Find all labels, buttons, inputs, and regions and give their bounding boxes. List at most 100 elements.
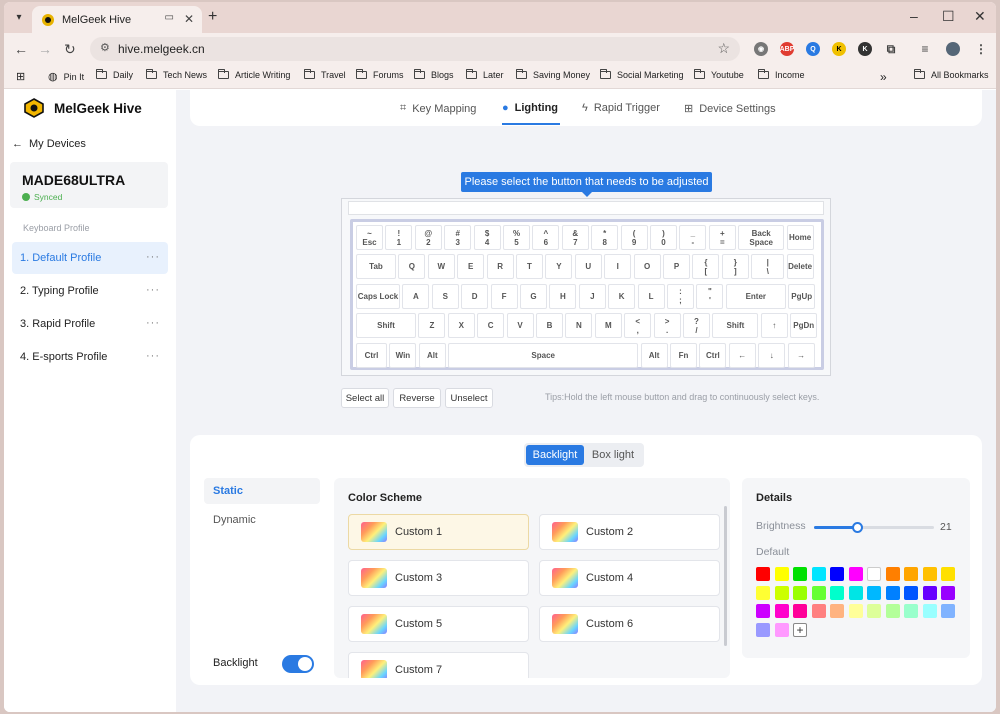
key-0-7[interactable]: & 7	[561, 225, 589, 250]
key-3-5[interactable]: B	[536, 313, 563, 339]
site-info-icon[interactable]: ⚙	[100, 41, 110, 54]
keyword-extension-icon[interactable]: K	[832, 42, 846, 56]
key-3-6[interactable]: N	[565, 313, 593, 339]
my-devices-link[interactable]: ← My Devices	[12, 138, 86, 150]
color-swatch[interactable]	[811, 567, 826, 581]
tab-cast-icon[interactable]: ▭	[165, 12, 174, 23]
key-4-5[interactable]: Fn	[670, 342, 697, 368]
mode-dynamic[interactable]: Dynamic	[204, 507, 320, 533]
key-2-9[interactable]: L	[637, 283, 665, 309]
key-0-8[interactable]: * 8	[591, 225, 619, 250]
key-1-6[interactable]: Y	[545, 254, 573, 280]
color-swatch[interactable]	[867, 604, 881, 618]
tab-device-settings[interactable]: ⊞ Device Settings	[684, 102, 776, 116]
all-bookmarks[interactable]: All Bookmarks	[914, 69, 989, 80]
bookmark-folder-saving-money[interactable]: Saving Money	[516, 69, 590, 80]
bookmark-folder-social-marketing[interactable]: Social Marketing	[600, 69, 684, 80]
key-3-0[interactable]: Shift	[356, 313, 416, 339]
color-swatch[interactable]	[774, 567, 789, 581]
scheme-custom-2[interactable]: Custom 2	[539, 514, 720, 550]
key-0-1[interactable]: ! 1	[385, 225, 413, 250]
tab-search-icon[interactable]: ▾	[10, 8, 28, 26]
color-swatch[interactable]	[830, 585, 844, 600]
new-tab-button[interactable]: +	[208, 8, 217, 26]
key-2-7[interactable]: J	[578, 283, 606, 309]
brightness-slider[interactable]	[814, 522, 934, 533]
key-3-3[interactable]: C	[477, 313, 505, 339]
key-2-0[interactable]: Caps Lock	[356, 283, 400, 309]
tab-key-mapping[interactable]: ⌗ Key Mapping	[400, 102, 476, 115]
address-bar[interactable]: ⚙ hive.melgeek.cn ☆	[90, 37, 740, 61]
key-4-7[interactable]: ←	[728, 342, 756, 368]
color-swatch[interactable]	[756, 622, 770, 637]
profile-item-typing[interactable]: 2. Typing Profile ···	[12, 275, 168, 307]
color-swatch[interactable]	[848, 567, 863, 581]
key-3-12[interactable]: ↑	[760, 313, 788, 339]
scheme-scrollbar[interactable]	[724, 506, 727, 646]
key-0-11[interactable]: _ -	[679, 225, 707, 250]
key-1-2[interactable]: W	[427, 254, 455, 280]
key-2-12[interactable]: Enter	[725, 283, 786, 309]
key-1-8[interactable]: I	[604, 254, 632, 280]
color-swatch[interactable]	[848, 585, 863, 600]
more-options-icon[interactable]: ···	[146, 284, 160, 296]
key-2-1[interactable]: A	[402, 283, 430, 309]
color-swatch[interactable]	[830, 604, 844, 618]
key-0-0[interactable]: ~ Esc	[356, 225, 383, 250]
forward-arrow-icon[interactable]: →	[38, 41, 52, 57]
apps-grid-icon[interactable]: ⊞	[16, 70, 25, 83]
key-4-4[interactable]: Alt	[640, 342, 668, 368]
key-0-4[interactable]: $4	[473, 225, 501, 250]
key-0-9[interactable]: (9	[620, 225, 648, 250]
key-3-11[interactable]: Shift	[712, 313, 759, 339]
color-swatch[interactable]	[756, 604, 770, 618]
color-swatch[interactable]	[904, 604, 918, 618]
key-1-9[interactable]: O	[633, 254, 661, 280]
bookmark-folder-income[interactable]: Income	[758, 69, 805, 80]
key-1-13[interactable]: | \	[751, 254, 785, 280]
back-arrow-icon[interactable]: ←	[14, 41, 28, 57]
key-4-1[interactable]: Win	[389, 342, 417, 368]
color-swatch[interactable]	[941, 567, 955, 581]
color-swatch[interactable]	[941, 585, 955, 600]
reload-icon[interactable]: ↻	[64, 41, 76, 58]
tab-close-icon[interactable]: ✕	[184, 12, 194, 26]
color-swatch[interactable]	[793, 604, 807, 618]
color-swatch[interactable]	[811, 604, 826, 618]
camera-extension-icon[interactable]: ◉	[754, 42, 768, 56]
mode-static[interactable]: Static	[204, 478, 320, 504]
key-0-6[interactable]: ^ 6	[532, 225, 560, 250]
scheme-custom-6[interactable]: Custom 6	[539, 606, 720, 642]
color-swatch[interactable]	[774, 585, 789, 600]
key-0-2[interactable]: @2	[414, 225, 442, 250]
color-swatch[interactable]	[793, 567, 807, 581]
bookmark-folder-daily[interactable]: Daily	[96, 69, 133, 80]
key-1-11[interactable]: {[	[692, 254, 720, 280]
key-3-9[interactable]: >.	[653, 313, 681, 339]
bookmark-folder-youtube[interactable]: Youtube	[694, 69, 744, 80]
key-3-2[interactable]: X	[447, 313, 475, 339]
scheme-custom-7[interactable]: Custom 7	[348, 652, 529, 678]
key-2-3[interactable]: D	[461, 283, 489, 309]
bookmark-folder-travel[interactable]: Travel	[304, 69, 346, 80]
reading-list-icon[interactable]: ≡	[918, 42, 932, 56]
profile-item-esports[interactable]: 4. E-sports Profile ···	[12, 341, 168, 373]
browser-menu-icon[interactable]: ⋮	[974, 42, 988, 56]
key-1-10[interactable]: P	[663, 254, 690, 280]
color-swatch[interactable]	[848, 604, 863, 618]
key-4-0[interactable]: Ctrl	[356, 342, 387, 368]
key-4-9[interactable]: →	[787, 342, 815, 368]
color-swatch[interactable]	[756, 567, 770, 581]
key-2-2[interactable]: S	[431, 283, 459, 309]
key-0-14[interactable]: Home	[786, 225, 814, 250]
bookmark-pin-it[interactable]: ◍ Pin It	[48, 70, 84, 83]
key-0-13[interactable]: Back Space	[738, 225, 785, 250]
color-swatch[interactable]	[941, 604, 955, 618]
bookmark-folder-tech-news[interactable]: Tech News	[146, 69, 207, 80]
key-2-6[interactable]: H	[549, 283, 577, 309]
more-options-icon[interactable]: ···	[146, 317, 160, 329]
close-window-icon[interactable]: ✕	[974, 8, 986, 25]
key-2-13[interactable]: PgUp	[788, 283, 816, 309]
key-0-12[interactable]: + =	[708, 225, 736, 250]
profile-avatar[interactable]	[946, 42, 960, 56]
